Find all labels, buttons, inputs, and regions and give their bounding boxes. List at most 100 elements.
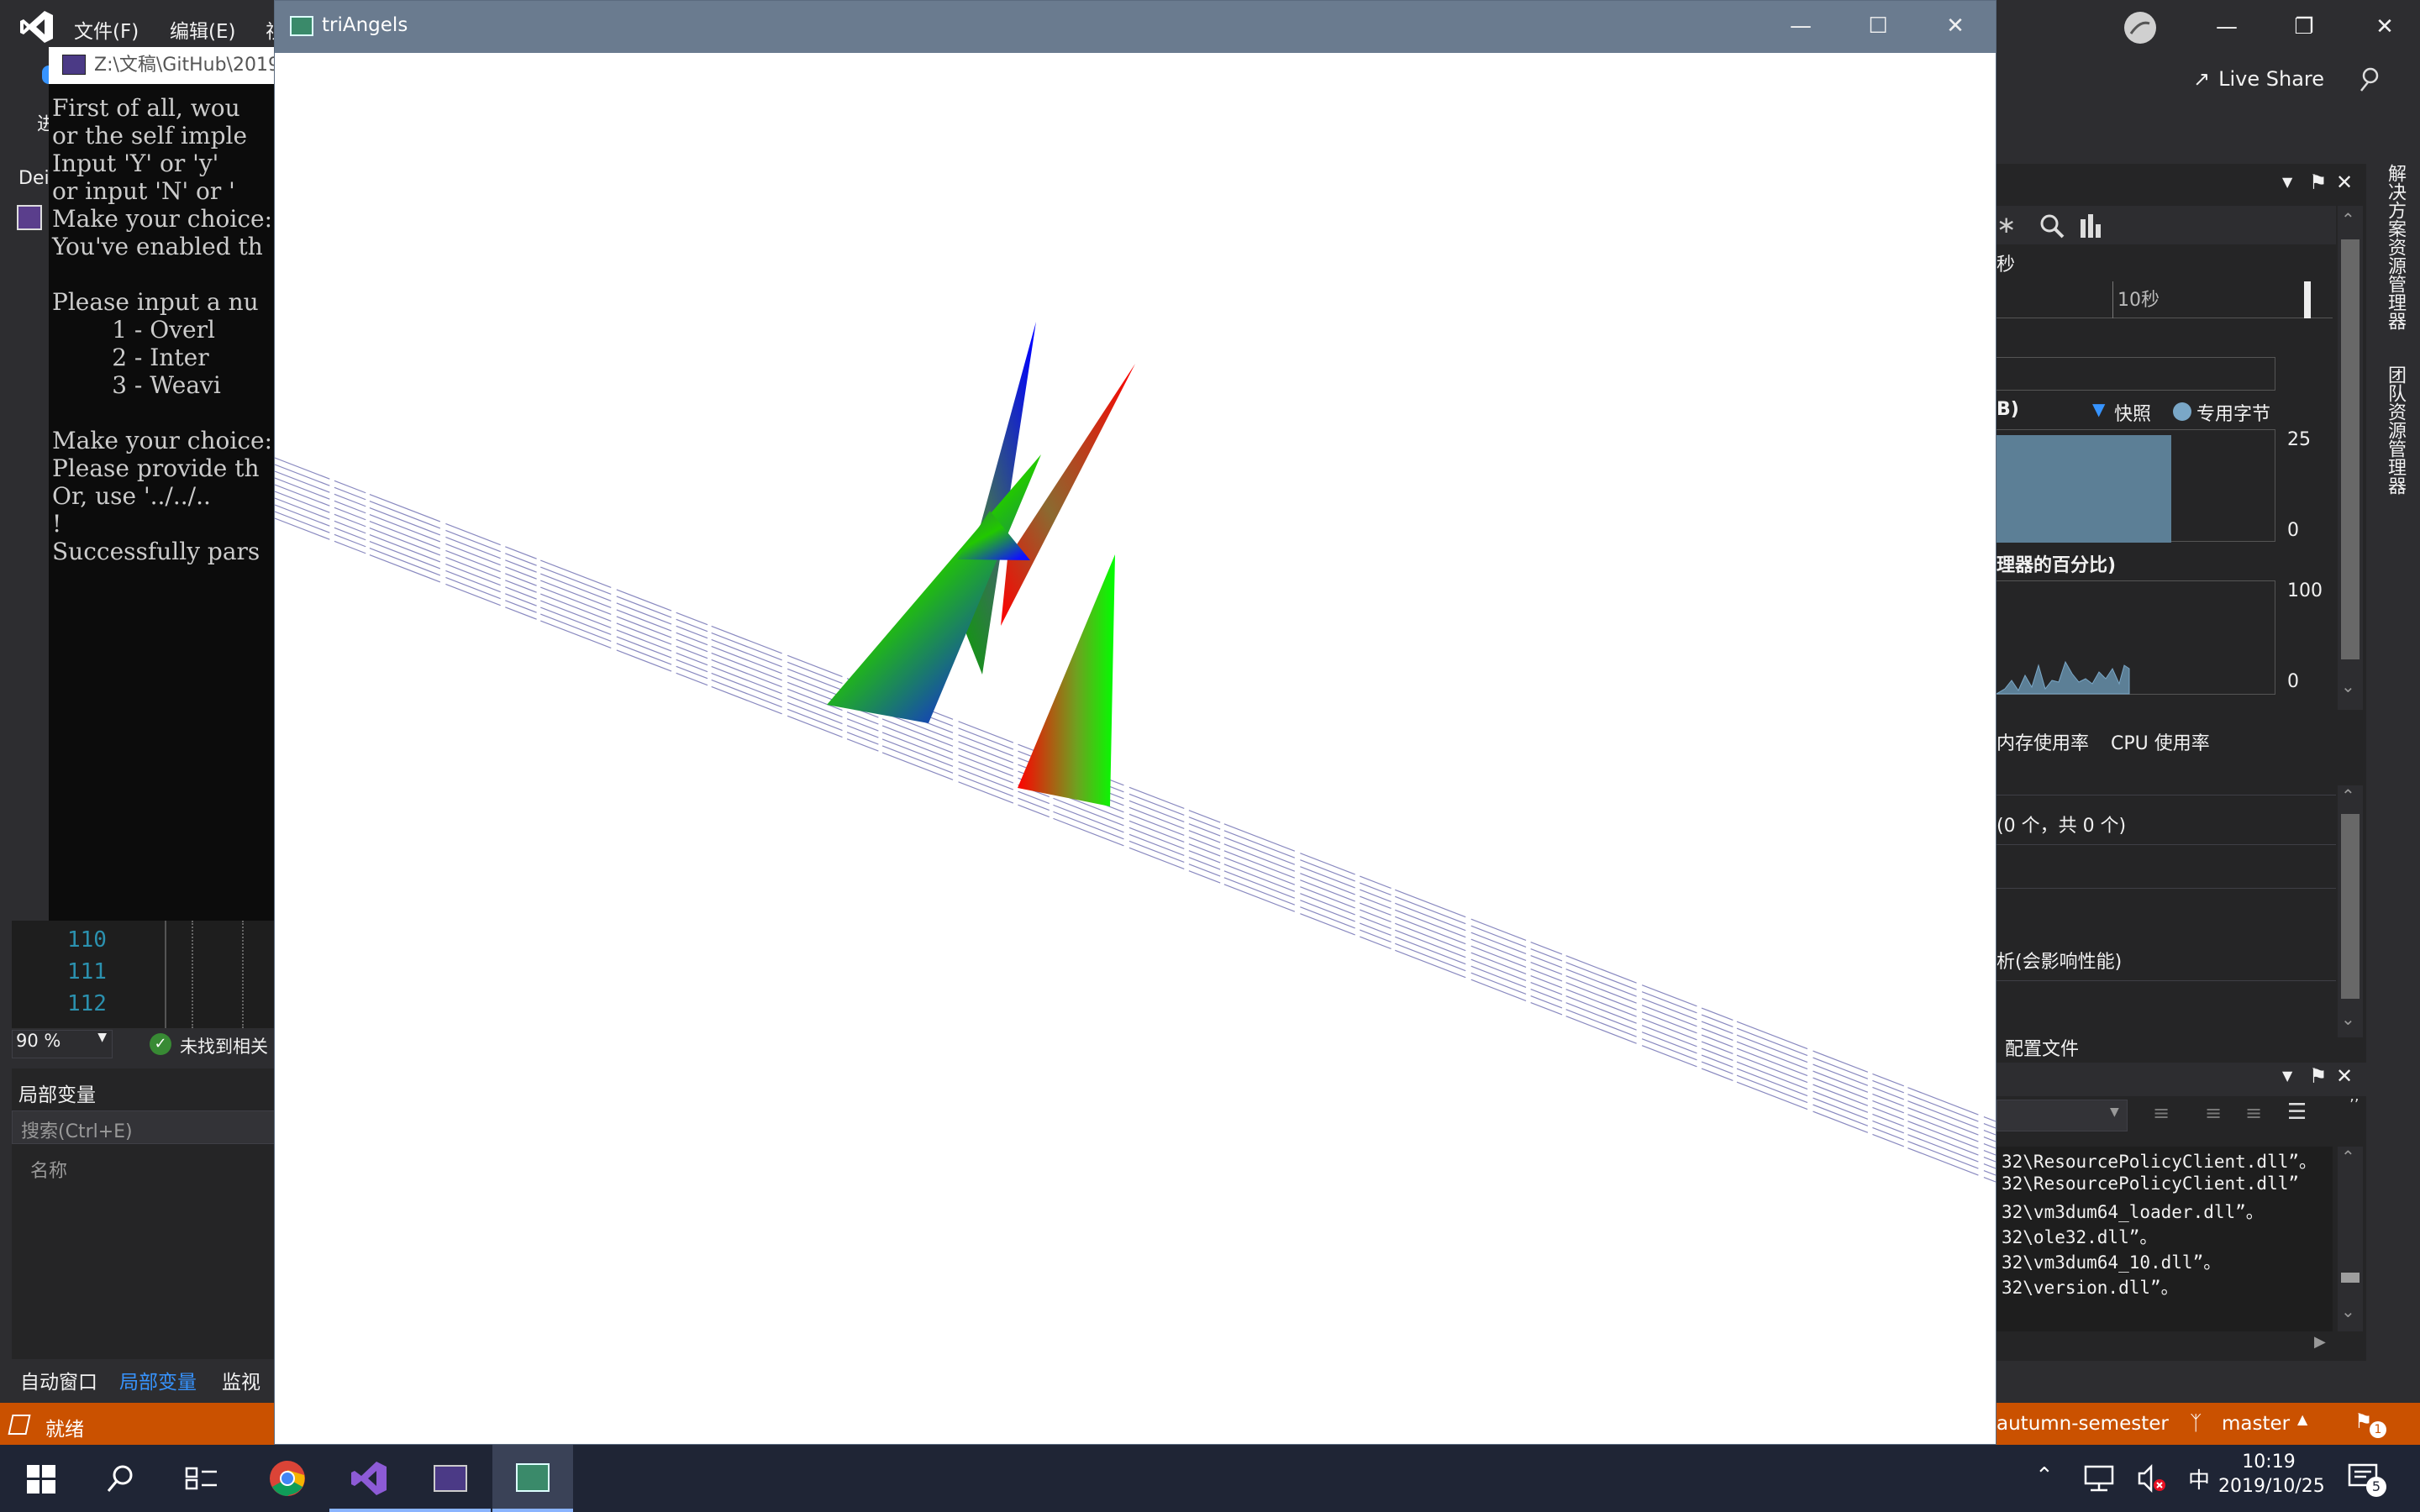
console-line: First of all, wou <box>52 94 240 122</box>
cpu-title: 理器的百分比) <box>1996 555 2117 576</box>
tab-cpu-usage[interactable]: CPU 使用率 <box>2111 728 2210 755</box>
output-line: 32\version.dll”。 <box>2002 1278 2179 1298</box>
next-message-icon[interactable]: ≡ <box>2245 1101 2262 1125</box>
locals-search-input[interactable]: 搜索(Ctrl+E) <box>12 1110 281 1144</box>
vs-minimize-button[interactable]: — <box>2210 12 2244 42</box>
gl-maximize-button[interactable]: ☐ <box>1861 11 1895 41</box>
memory-min: 0 <box>2287 520 2299 541</box>
console-line: Make your choice: <box>52 205 273 233</box>
visual-studio-logo-icon <box>20 11 53 43</box>
render-viewport[interactable] <box>275 53 1996 1446</box>
network-icon[interactable] <box>2084 1465 2114 1492</box>
debug-target-icon[interactable] <box>17 205 42 230</box>
select-tool-icon[interactable]: ∗ <box>1996 211 2016 239</box>
ime-indicator[interactable]: 中 <box>2188 1463 2210 1494</box>
pin-icon[interactable]: ⚑ <box>2309 171 2328 194</box>
tray-expand-icon[interactable]: ⌃ <box>2035 1463 2054 1488</box>
tab-memory-usage[interactable]: 内存使用率 <box>1996 728 2089 755</box>
timeline-cursor[interactable] <box>2304 281 2311 318</box>
scroll-down-icon[interactable]: ⌄ <box>2341 1301 2355 1321</box>
column-header-name: 名称 <box>30 1161 68 1182</box>
clock-date: 2019/10/25 <box>2218 1476 2325 1497</box>
scroll-up-icon[interactable]: ⌃ <box>2341 785 2355 806</box>
locals-title: 局部变量 <box>18 1084 96 1106</box>
branch-up-icon[interactable]: ▲ <box>2297 1411 2307 1427</box>
debug-tab-stub[interactable]: Dei <box>18 168 50 189</box>
repo-folder[interactable]: autumn-semester <box>1996 1413 2169 1435</box>
issues-status[interactable]: 未找到相关 <box>180 1033 268 1058</box>
live-share-button[interactable]: ↗ Live Share <box>2193 67 2324 91</box>
profile-link[interactable]: 配置文件 <box>2005 1034 2079 1061</box>
scroll-thumb[interactable] <box>2341 1273 2360 1283</box>
output-scrollbar[interactable]: ⌃ ⌄ <box>2338 1147 2363 1331</box>
check-ok-icon: ✓ <box>150 1033 171 1055</box>
diagnostic-tools-panel: ▼ ⚑ ✕ ∗ 秒 10秒 B) ▼ 快照 专用字节 25 0 理器的百分比) <box>1996 164 2366 1361</box>
vs-restore-button[interactable]: ❐ <box>2287 12 2321 42</box>
scroll-down-icon[interactable]: ⌄ <box>2341 1009 2355 1029</box>
scroll-thumb[interactable] <box>2341 239 2360 659</box>
share-icon: ↗ <box>2193 67 2211 91</box>
snapshot-legend-icon: ▼ <box>2092 399 2106 419</box>
side-tool-strip: 解决方案资源管理器 团队资源管理器 <box>2368 164 2420 1361</box>
zoom-in-icon[interactable] <box>2039 213 2065 239</box>
chrome-taskbar-button[interactable] <box>249 1445 329 1512</box>
dropdown-icon[interactable]: ▼ <box>2282 174 2292 190</box>
scroll-down-icon[interactable]: ⌄ <box>2341 676 2355 696</box>
tab-watch[interactable]: 监视 <box>222 1366 260 1394</box>
gl-close-button[interactable]: ✕ <box>1939 11 1972 41</box>
tab-autos[interactable]: 自动窗口 <box>20 1366 97 1394</box>
menu-edit[interactable]: 编辑(E) <box>170 15 235 44</box>
close-icon[interactable]: ✕ <box>2336 171 2353 194</box>
scroll-right-icon[interactable]: ▶ <box>2314 1333 2326 1351</box>
pin-icon[interactable]: ⚑ <box>2309 1064 2328 1088</box>
console-line: 3 - Weavi <box>52 371 221 399</box>
task-view-button[interactable] <box>161 1445 242 1512</box>
divider <box>1996 888 2336 889</box>
analyze-link[interactable]: 析(会影响性能) <box>1996 947 2122 974</box>
gl-minimize-button[interactable]: — <box>1784 11 1818 41</box>
memory-title: B) <box>1996 399 2019 420</box>
branch-name[interactable]: master <box>2222 1413 2290 1435</box>
zoom-select[interactable]: 90 % ▼ <box>12 1030 113 1058</box>
output-line: 32\ResourcePolicyClient.dll” <box>2002 1173 2300 1194</box>
word-wrap-icon[interactable]: ’’ <box>2349 1096 2359 1114</box>
scroll-thumb[interactable] <box>2341 814 2360 999</box>
find-message-icon[interactable]: ≡ <box>2153 1101 2170 1125</box>
vs-close-button[interactable]: ✕ <box>2368 12 2402 42</box>
volume-muted-icon[interactable] <box>2136 1463 2166 1494</box>
dropdown-icon[interactable]: ▼ <box>2282 1068 2292 1084</box>
locals-panel: 局部变量 搜索(Ctrl+E) 名称 <box>12 1068 281 1359</box>
triangels-taskbar-button[interactable] <box>492 1445 573 1512</box>
search-button[interactable] <box>81 1445 161 1512</box>
cpu-min: 0 <box>2287 671 2299 692</box>
tab-locals[interactable]: 局部变量 <box>119 1366 197 1394</box>
console-line: Input 'Y' or 'y' <box>52 150 219 177</box>
console-line: Please provide th <box>52 454 260 482</box>
team-explorer-tab[interactable]: 团队资源管理器 <box>2381 365 2408 495</box>
solution-explorer-tab[interactable]: 解决方案资源管理器 <box>2381 164 2408 330</box>
code-editor[interactable]: 110 111 112 <box>12 921 281 1028</box>
scroll-up-icon[interactable]: ⌃ <box>2341 1147 2355 1167</box>
visual-studio-taskbar-button[interactable] <box>329 1445 410 1512</box>
timeline-10s: 10秒 <box>2118 290 2160 311</box>
events-scrollbar[interactable]: ⌃ ⌄ <box>2338 785 2363 1037</box>
console-taskbar-button[interactable] <box>410 1445 491 1512</box>
close-icon[interactable]: ✕ <box>2336 1064 2353 1088</box>
diag-scrollbar[interactable]: ⌃ ⌄ <box>2338 206 2363 710</box>
output-line: 32\vm3dum64_10.dll”。 <box>2002 1252 2222 1273</box>
clear-all-icon[interactable]: ☰ <box>2287 1100 2307 1125</box>
timeline-ruler[interactable]: 10秒 <box>1996 281 2333 318</box>
private-bytes-legend-icon <box>2173 402 2191 421</box>
account-avatar-icon[interactable] <box>2123 10 2158 45</box>
feedback-icon[interactable] <box>2356 66 2385 94</box>
output-line: 32\ResourcePolicyClient.dll”。 <box>2002 1152 2317 1172</box>
scroll-up-icon[interactable]: ⌃ <box>2341 209 2355 229</box>
cpu-usage-line <box>1996 660 2130 695</box>
line-number: 112 <box>67 991 107 1016</box>
menu-file[interactable]: 文件(F) <box>74 15 139 44</box>
clock[interactable]: 10:19 2019/10/25 <box>2218 1452 2325 1505</box>
output-source-select[interactable]: ▼ <box>1996 1100 2128 1131</box>
prev-message-icon[interactable]: ≡ <box>2205 1101 2222 1125</box>
chart-icon[interactable] <box>2077 211 2104 239</box>
start-button[interactable] <box>0 1445 81 1512</box>
